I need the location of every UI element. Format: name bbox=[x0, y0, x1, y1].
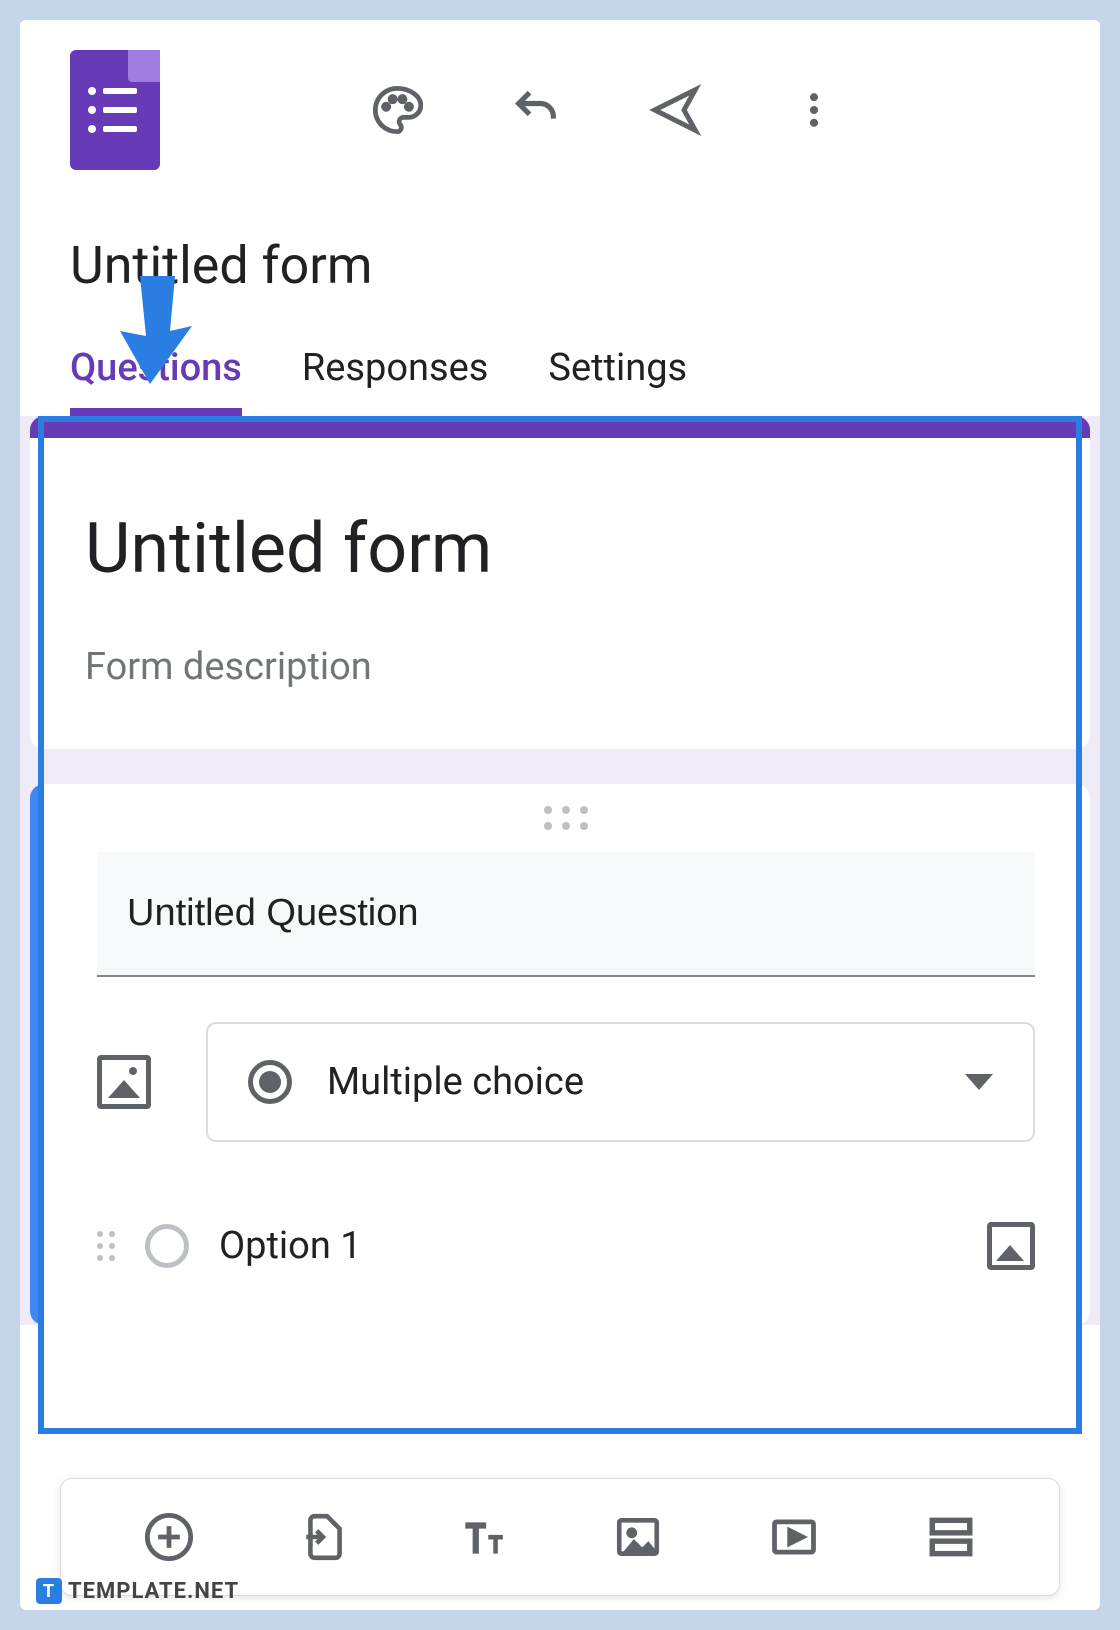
more-icon[interactable] bbox=[787, 83, 841, 137]
drag-handle-icon-2 bbox=[97, 822, 1035, 852]
add-question-icon[interactable] bbox=[141, 1509, 197, 1565]
header bbox=[20, 20, 1100, 170]
option-row: Option 1 bbox=[97, 1222, 1035, 1270]
add-image-icon[interactable] bbox=[97, 1055, 151, 1109]
send-icon[interactable] bbox=[648, 83, 702, 137]
watermark: T TEMPLATE.NET bbox=[36, 1578, 239, 1604]
forms-logo-icon[interactable] bbox=[70, 50, 160, 170]
form-title-input[interactable]: Untitled form bbox=[85, 508, 1035, 590]
question-type-row: Multiple choice bbox=[97, 1022, 1035, 1142]
undo-icon[interactable] bbox=[509, 83, 563, 137]
watermark-badge: T bbox=[36, 1578, 62, 1604]
question-type-label: Multiple choice bbox=[327, 1060, 930, 1104]
chevron-down-icon bbox=[965, 1074, 993, 1090]
add-section-icon[interactable] bbox=[923, 1509, 979, 1565]
form-header-card[interactable]: Untitled form Form description bbox=[30, 416, 1090, 749]
form-description-input[interactable]: Form description bbox=[85, 645, 1035, 689]
palette-icon[interactable] bbox=[370, 83, 424, 137]
tab-settings[interactable]: Settings bbox=[548, 346, 687, 416]
radio-icon bbox=[248, 1060, 292, 1104]
tabs: Questions Responses Settings bbox=[20, 296, 1100, 416]
option-image-icon[interactable] bbox=[987, 1222, 1035, 1270]
arrow-annotation-icon bbox=[120, 276, 200, 386]
question-type-select[interactable]: Multiple choice bbox=[206, 1022, 1035, 1142]
question-card[interactable]: Multiple choice Option 1 bbox=[30, 784, 1090, 1325]
question-title-input[interactable] bbox=[97, 852, 1035, 977]
toolbar-icons bbox=[370, 83, 841, 137]
tab-responses[interactable]: Responses bbox=[302, 346, 489, 416]
add-title-icon[interactable] bbox=[454, 1509, 510, 1565]
import-questions-icon[interactable] bbox=[297, 1509, 353, 1565]
add-image-icon[interactable] bbox=[610, 1509, 666, 1565]
form-canvas: Untitled form Form description Multiple … bbox=[20, 416, 1100, 1325]
watermark-text: TEMPLATE.NET bbox=[68, 1579, 239, 1604]
add-video-icon[interactable] bbox=[766, 1509, 822, 1565]
option-label[interactable]: Option 1 bbox=[219, 1224, 957, 1268]
option-drag-icon[interactable] bbox=[97, 1231, 115, 1261]
option-radio-icon bbox=[145, 1224, 189, 1268]
app-frame: Untitled form Questions Responses Settin… bbox=[20, 20, 1100, 1610]
